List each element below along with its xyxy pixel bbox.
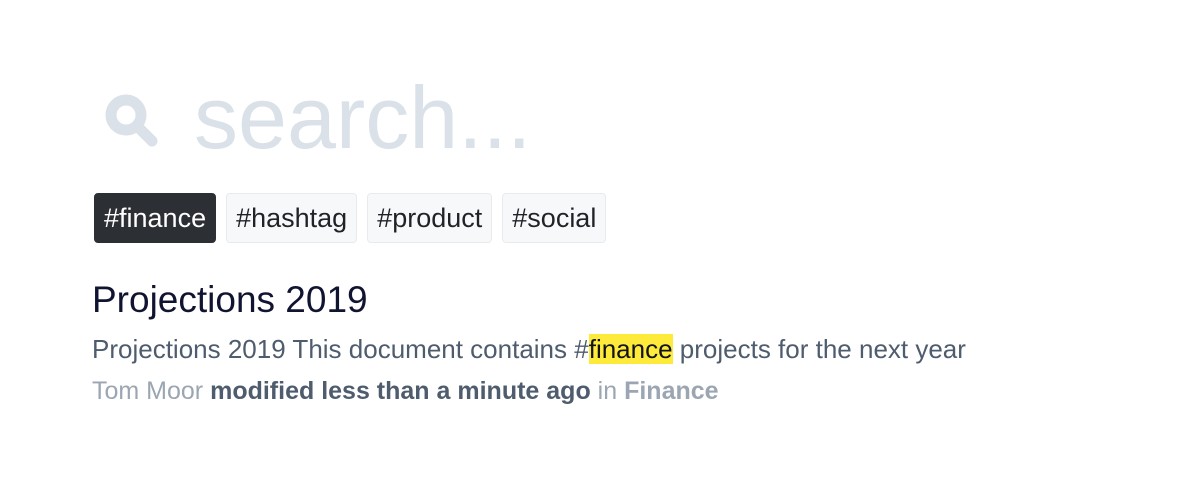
result-modified: modified less than a minute ago xyxy=(210,377,591,405)
search-icon xyxy=(105,94,158,147)
snippet-highlight: finance xyxy=(588,334,673,364)
result-in-label: in xyxy=(597,377,618,405)
result-title[interactable]: Projections 2019 xyxy=(92,276,1152,324)
search-result[interactable]: Projections 2019 Projections 2019 This d… xyxy=(92,276,1152,408)
snippet-text-before: Projections 2019 This document contains … xyxy=(92,334,589,364)
tag-product[interactable]: #product xyxy=(367,193,493,243)
search-bar xyxy=(100,68,894,168)
tag-social[interactable]: #social xyxy=(502,193,607,243)
search-input[interactable] xyxy=(194,68,894,168)
result-author: Tom Moor xyxy=(92,377,204,405)
tag-filter-list: #finance #hashtag #product #social xyxy=(94,193,607,243)
tag-finance[interactable]: #finance xyxy=(94,193,217,243)
snippet-text-after: projects for the next year xyxy=(672,334,966,364)
tag-hashtag[interactable]: #hashtag xyxy=(226,193,358,243)
result-snippet: Projections 2019 This document contains … xyxy=(92,331,1152,367)
result-collection-link[interactable]: Finance xyxy=(624,377,718,405)
result-meta: Tom Moor modified less than a minute ago… xyxy=(92,374,1152,408)
